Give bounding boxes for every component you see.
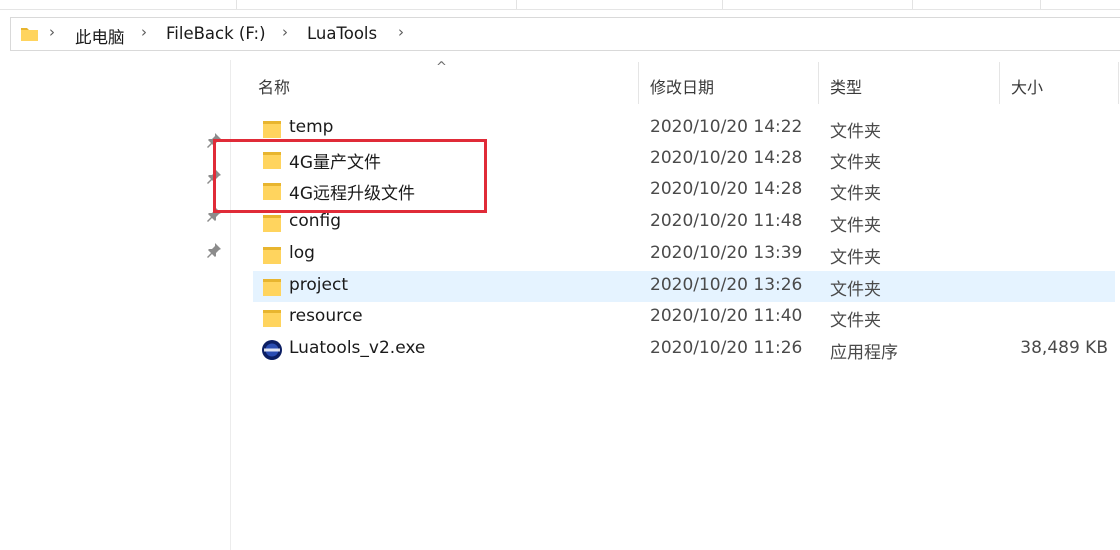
file-date: 2020/10/20 14:28 — [650, 179, 803, 199]
navigation-pane[interactable] — [0, 60, 230, 550]
folder-icon — [263, 121, 281, 138]
pin-icon[interactable] — [206, 242, 222, 258]
file-size: 38,489 KB — [1020, 338, 1108, 358]
address-bar[interactable]: › 此电脑 › FileBack (F:) › LuaTools › — [10, 17, 1120, 51]
sort-ascending-icon: ^ — [436, 60, 447, 75]
ribbon-divider — [912, 0, 913, 9]
folder-icon — [263, 247, 281, 264]
folder-icon — [263, 152, 281, 169]
file-row-4g-remote-upgrade[interactable]: 4G远程升级文件 2020/10/20 14:28 文件夹 — [253, 175, 1115, 206]
file-name: temp — [289, 117, 334, 137]
ribbon-divider — [516, 0, 517, 9]
file-date: 2020/10/20 11:48 — [650, 211, 803, 231]
breadcrumb-luatools[interactable]: LuaTools — [307, 24, 377, 43]
file-name: config — [289, 211, 342, 231]
file-date: 2020/10/20 13:26 — [650, 275, 803, 295]
column-divider[interactable] — [1118, 62, 1119, 104]
file-type: 文件夹 — [830, 248, 881, 268]
folder-icon — [263, 279, 281, 296]
ribbon-strip — [0, 0, 1120, 10]
ribbon-divider — [236, 0, 237, 9]
file-row-project[interactable]: project 2020/10/20 13:26 文件夹 — [253, 271, 1115, 302]
chevron-right-icon[interactable]: › — [49, 23, 55, 41]
file-name: log — [289, 243, 315, 263]
column-divider[interactable] — [999, 62, 1000, 104]
file-row-temp[interactable]: temp 2020/10/20 14:22 文件夹 — [253, 113, 1115, 144]
file-type: 应用程序 — [830, 343, 898, 363]
file-name: 4G量产文件 — [289, 153, 381, 173]
file-date: 2020/10/20 11:26 — [650, 338, 803, 358]
file-row-log[interactable]: log 2020/10/20 13:39 文件夹 — [253, 239, 1115, 270]
file-date: 2020/10/20 14:28 — [650, 148, 803, 168]
column-divider[interactable] — [638, 62, 639, 104]
file-row-luatools-exe[interactable]: Luatools_v2.exe 2020/10/20 11:26 应用程序 38… — [253, 334, 1115, 365]
column-header-size[interactable]: 大小 — [1011, 74, 1043, 98]
luatools-app-icon — [262, 340, 282, 360]
chevron-right-icon[interactable]: › — [141, 23, 147, 41]
file-type: 文件夹 — [830, 311, 881, 331]
pane-divider[interactable] — [230, 60, 231, 550]
file-date: 2020/10/20 14:22 — [650, 117, 803, 137]
column-divider[interactable] — [818, 62, 819, 104]
file-name: project — [289, 275, 349, 295]
file-type: 文件夹 — [830, 184, 881, 204]
chevron-right-icon[interactable]: › — [398, 23, 404, 41]
chevron-right-icon[interactable]: › — [282, 23, 288, 41]
breadcrumb-this-pc[interactable]: 此电脑 — [75, 24, 125, 48]
file-type: 文件夹 — [830, 122, 881, 142]
file-type: 文件夹 — [830, 153, 881, 173]
column-header-type[interactable]: 类型 — [830, 74, 862, 98]
breadcrumb-drive[interactable]: FileBack (F:) — [166, 24, 266, 43]
folder-icon — [263, 310, 281, 327]
file-type: 文件夹 — [830, 280, 881, 300]
folder-icon — [21, 28, 38, 41]
pin-icon[interactable] — [206, 168, 222, 184]
file-date: 2020/10/20 11:40 — [650, 306, 803, 326]
file-type: 文件夹 — [830, 216, 881, 236]
file-name: resource — [289, 306, 363, 326]
file-row-resource[interactable]: resource 2020/10/20 11:40 文件夹 — [253, 302, 1115, 333]
ribbon-divider — [722, 0, 723, 9]
file-name: Luatools_v2.exe — [289, 338, 426, 358]
column-header-row: ^ 名称 修改日期 类型 大小 — [231, 60, 1120, 104]
ribbon-divider — [1040, 0, 1041, 9]
column-header-name[interactable]: 名称 — [258, 74, 290, 98]
file-row-4g-mass-production[interactable]: 4G量产文件 2020/10/20 14:28 文件夹 — [253, 144, 1115, 175]
file-name: 4G远程升级文件 — [289, 184, 415, 204]
column-header-date[interactable]: 修改日期 — [650, 74, 714, 98]
pin-icon[interactable] — [206, 206, 222, 222]
pin-icon[interactable] — [206, 132, 222, 148]
file-row-config[interactable]: config 2020/10/20 11:48 文件夹 — [253, 207, 1115, 238]
file-date: 2020/10/20 13:39 — [650, 243, 803, 263]
folder-icon — [263, 215, 281, 232]
folder-icon — [263, 183, 281, 200]
